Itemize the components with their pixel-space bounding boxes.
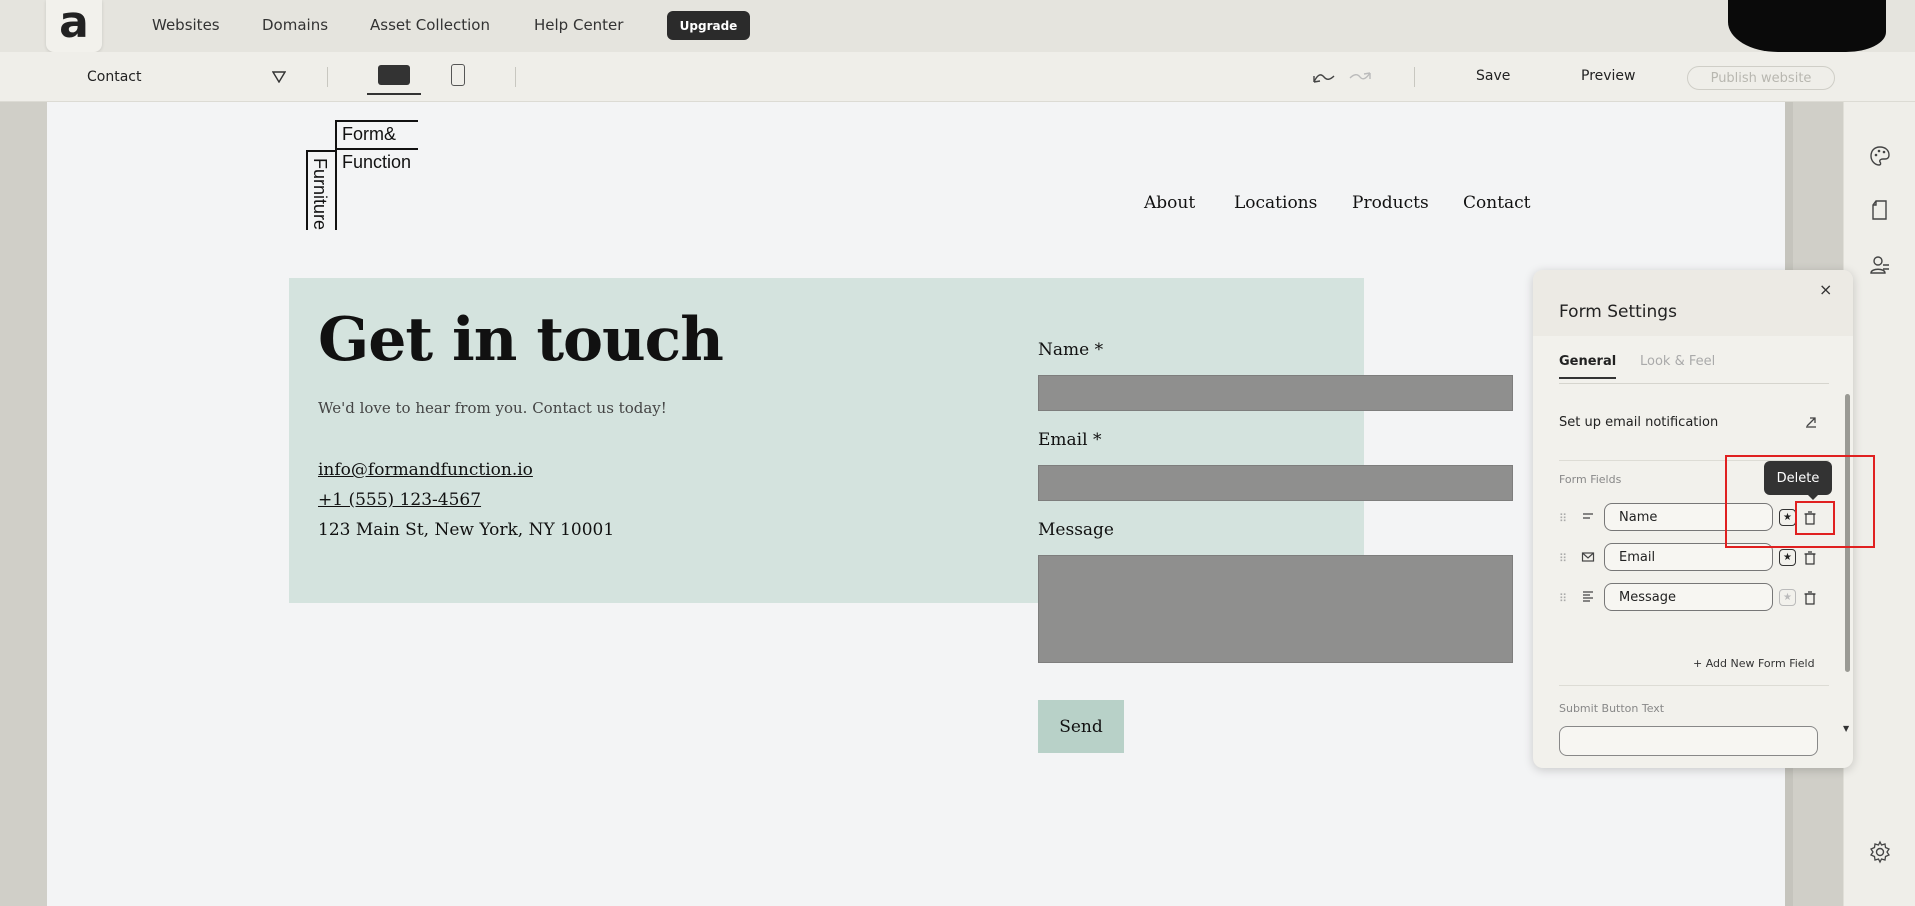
- nav-asset-collection[interactable]: Asset Collection: [370, 16, 490, 34]
- users-icon[interactable]: [1868, 253, 1892, 277]
- trash-icon[interactable]: [1803, 550, 1817, 566]
- tab-divider: [1559, 383, 1829, 384]
- message-textarea[interactable]: [1038, 555, 1513, 663]
- submit-button-text-input[interactable]: [1559, 726, 1818, 756]
- message-field-label: Message: [1038, 520, 1114, 540]
- email-input[interactable]: [1038, 465, 1513, 501]
- required-star-icon[interactable]: ★: [1779, 589, 1796, 606]
- drag-handle-icon[interactable]: ⠿: [1559, 512, 1567, 525]
- name-input[interactable]: [1038, 375, 1513, 411]
- user-avatar[interactable]: [1728, 0, 1886, 52]
- trash-icon[interactable]: [1803, 590, 1817, 606]
- publish-website-button[interactable]: Publish website: [1687, 66, 1835, 90]
- save-button[interactable]: Save: [1476, 68, 1510, 84]
- drag-handle-icon[interactable]: ⠿: [1559, 552, 1567, 565]
- envelope-icon: [1581, 552, 1595, 562]
- submit-button-text-label: Submit Button Text: [1559, 702, 1665, 715]
- site-nav-about[interactable]: About: [1144, 193, 1195, 213]
- toolbar-divider: [515, 67, 516, 87]
- page-selector[interactable]: Contact: [87, 69, 141, 85]
- upgrade-button[interactable]: Upgrade: [667, 11, 750, 40]
- site-logo-line2: Function: [342, 152, 412, 172]
- undo-icon[interactable]: [1311, 69, 1337, 85]
- highlight-box-inner: [1795, 501, 1835, 535]
- top-navigation: a Websites Domains Asset Collection Help…: [0, 0, 1915, 52]
- site-nav-contact[interactable]: Contact: [1463, 193, 1531, 213]
- preview-button[interactable]: Preview: [1581, 68, 1636, 84]
- desktop-icon: [378, 65, 410, 85]
- external-link-icon[interactable]: [1805, 416, 1817, 428]
- site-nav-locations[interactable]: Locations: [1234, 193, 1317, 213]
- contact-address: 123 Main St, New York, NY 10001: [318, 520, 615, 540]
- email-notification-link[interactable]: Set up email notification: [1559, 415, 1718, 430]
- send-button[interactable]: Send: [1038, 700, 1124, 753]
- form-fields-label: Form Fields: [1559, 473, 1622, 486]
- site-logo[interactable]: Form& Function Furniture: [306, 120, 418, 230]
- palette-icon[interactable]: [1868, 144, 1892, 168]
- site-logo-line1: Form&: [342, 124, 396, 144]
- toolbar-divider: [327, 67, 328, 87]
- close-icon[interactable]: ×: [1819, 280, 1832, 299]
- short-text-icon: [1583, 513, 1593, 519]
- hero-title: Get in touch: [318, 305, 724, 375]
- required-star-icon[interactable]: ★: [1779, 549, 1796, 566]
- redo-icon[interactable]: [1347, 69, 1373, 85]
- nav-help-center[interactable]: Help Center: [534, 16, 623, 34]
- name-field-label: Name *: [1038, 340, 1104, 360]
- nav-domains[interactable]: Domains: [262, 16, 328, 34]
- scroll-down-arrow-icon[interactable]: ▼: [1843, 724, 1849, 733]
- toolbar-divider: [1414, 67, 1415, 87]
- section-divider: [1559, 685, 1829, 686]
- desktop-view-button[interactable]: [367, 59, 421, 95]
- paragraph-icon: [1583, 591, 1593, 602]
- field-pill-message[interactable]: Message: [1604, 583, 1773, 611]
- app-logo[interactable]: a: [46, 0, 102, 52]
- email-field-label: Email *: [1038, 430, 1102, 450]
- editor-toolbar: Contact Save Preview Publish website: [0, 52, 1915, 102]
- site-logo-vertical: Furniture: [310, 158, 330, 231]
- mobile-view-icon[interactable]: [451, 64, 465, 86]
- app-logo-letter: a: [59, 0, 89, 48]
- page-icon[interactable]: [1868, 198, 1892, 222]
- nav-websites[interactable]: Websites: [152, 16, 220, 34]
- tab-general[interactable]: General: [1559, 354, 1617, 379]
- add-form-field-button[interactable]: + Add New Form Field: [1693, 657, 1815, 670]
- contact-phone-link[interactable]: +1 (555) 123-4567: [318, 490, 481, 510]
- drag-handle-icon[interactable]: ⠿: [1559, 592, 1567, 605]
- chevron-down-icon[interactable]: [272, 71, 286, 83]
- contact-email-link[interactable]: info@formandfunction.io: [318, 460, 533, 480]
- hero-subtitle: We'd love to hear from you. Contact us t…: [318, 399, 667, 417]
- settings-gear-icon[interactable]: [1868, 840, 1892, 864]
- site-nav-products[interactable]: Products: [1352, 193, 1429, 213]
- panel-title: Form Settings: [1559, 302, 1677, 322]
- tab-look-and-feel[interactable]: Look & Feel: [1640, 354, 1715, 369]
